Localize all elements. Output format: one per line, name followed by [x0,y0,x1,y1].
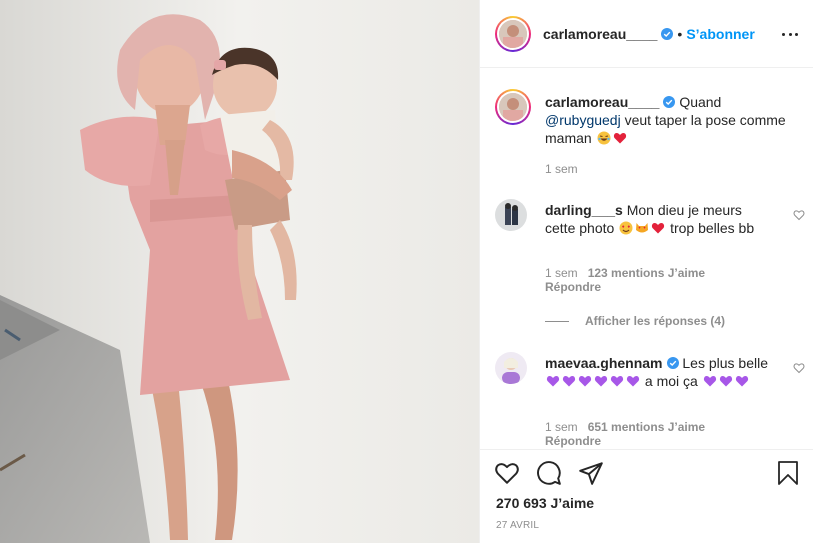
comment-item: maevaa.ghennam Les plus belle a moi ça 1… [495,352,805,449]
comment-text: maevaa.ghennam Les plus belle a moi ça [545,354,770,390]
post-actions: 270 693 J’aime 27 AVRIL [480,449,813,543]
comment-text: darling___s Mon dieu je meurs cette phot… [545,201,770,237]
verified-icon [666,357,679,369]
purple-heart-emoji-icon [546,376,560,387]
reply-button[interactable]: Répondre [545,434,601,448]
heart-icon[interactable] [494,460,520,486]
view-replies[interactable]: Afficher les réponses (4) [495,314,805,332]
caption-avatar [499,93,527,121]
post-sidebar: carlamoreau____ • S’abonner carlamoreau_… [479,0,813,543]
photo-illustration [0,0,479,543]
cat-heart-eyes-emoji-icon [636,223,649,233]
bookmark-icon[interactable] [776,460,800,486]
share-icon[interactable] [578,460,604,486]
comment-time: 1 sem [545,420,578,434]
purple-heart-emoji-icon [703,376,716,387]
purple-heart-emoji-icon [594,376,608,387]
commenter-avatar[interactable] [495,352,527,384]
comment-likes[interactable]: 123 mentions J’aime [588,266,705,280]
caption-avatar-ring[interactable] [495,89,531,125]
purple-heart-emoji-icon [735,376,748,387]
comment-username[interactable]: darling___s [545,202,623,218]
author-avatar-ring[interactable] [495,15,531,52]
comment-body-mid: a moi ça [644,373,698,389]
commenter-avatar[interactable] [495,199,527,231]
purple-heart-emoji-icon [578,376,592,387]
verified-icon [663,96,676,108]
author-username[interactable]: carlamoreau____ [543,26,657,42]
more-options-icon[interactable] [780,24,800,44]
comment-body-end: trop belles bb [670,220,755,236]
caption-pre: Quand [679,94,722,110]
post-photo[interactable] [0,0,479,543]
caption-text: carlamoreau____ Quand @rubyguedj veut ta… [545,93,795,147]
caption-username[interactable]: carlamoreau____ [545,94,659,110]
header-separator: • [677,25,683,42]
caption-time: 1 sem [545,162,578,176]
view-replies-line [545,320,569,322]
post-viewer: carlamoreau____ • S’abonner carlamoreau_… [0,0,813,543]
red-heart-emoji-icon [652,223,665,234]
purple-heart-emoji-icon [562,376,576,387]
post-date[interactable]: 27 AVRIL [496,520,539,531]
laughing-emoji-icon [597,131,611,145]
purple-heart-emoji-icon [626,376,640,387]
comment-time: 1 sem [545,266,578,280]
comment-body: Les plus belle [682,355,769,371]
verified-icon [661,27,674,40]
comment-meta: 1 sem 123 mentions J’aime [545,266,705,280]
view-replies-label[interactable]: Afficher les réponses (4) [585,314,725,328]
comment-username[interactable]: maevaa.ghennam [545,355,663,371]
comment-item: darling___s Mon dieu je meurs cette phot… [495,199,805,299]
likes-count[interactable]: 270 693 J’aime [496,495,594,511]
follow-button[interactable]: S’abonner [686,26,754,42]
author-avatar [499,19,527,48]
purple-heart-emoji-icon [610,376,624,387]
caption-mention[interactable]: @rubyguedj [545,112,621,128]
purple-heart-emoji-icon [719,376,732,387]
comments-list[interactable]: carlamoreau____ Quand @rubyguedj veut ta… [480,69,813,449]
heart-eyes-emoji-icon [619,221,633,235]
red-heart-emoji-icon [613,133,626,144]
comment-like-heart-icon[interactable] [793,209,805,221]
reply-button[interactable]: Répondre [545,280,601,294]
comment-icon[interactable] [536,460,562,486]
comment-like-heart-icon[interactable] [793,362,805,374]
post-header: carlamoreau____ • S’abonner [480,0,813,68]
comment-likes[interactable]: 651 mentions J’aime [588,420,705,434]
caption: carlamoreau____ Quand @rubyguedj veut ta… [495,89,805,179]
comment-meta: 1 sem 651 mentions J’aime [545,420,705,434]
